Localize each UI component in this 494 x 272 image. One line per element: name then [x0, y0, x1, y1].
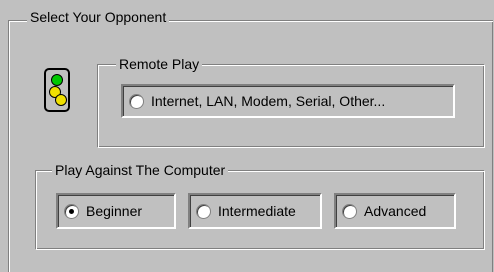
- select-opponent-panel: Select Your Opponent Remote Play Interne…: [0, 0, 494, 272]
- radio-circle-icon[interactable]: [129, 93, 144, 109]
- radio-checked-icon[interactable]: [64, 203, 79, 219]
- radio-circle-icon[interactable]: [342, 203, 357, 219]
- radio-circle-icon[interactable]: [196, 203, 211, 219]
- green-light-icon: [51, 74, 63, 86]
- radio-internet-lan-modem[interactable]: Internet, LAN, Modem, Serial, Other...: [121, 84, 455, 118]
- radio-intermediate-label: Intermediate: [218, 203, 296, 219]
- radio-beginner[interactable]: Beginner: [56, 193, 176, 229]
- select-opponent-title: Select Your Opponent: [27, 9, 170, 25]
- play-against-computer-title: Play Against The Computer: [52, 162, 229, 178]
- radio-advanced[interactable]: Advanced: [334, 193, 456, 229]
- radio-beginner-label: Beginner: [86, 203, 143, 219]
- radio-internet-label: Internet, LAN, Modem, Serial, Other...: [151, 93, 386, 109]
- radio-advanced-label: Advanced: [364, 203, 427, 219]
- remote-play-title: Remote Play: [116, 56, 203, 72]
- network-signal-icon: [44, 68, 70, 112]
- yellow-light-icon-2: [55, 94, 67, 106]
- radio-intermediate[interactable]: Intermediate: [188, 193, 322, 229]
